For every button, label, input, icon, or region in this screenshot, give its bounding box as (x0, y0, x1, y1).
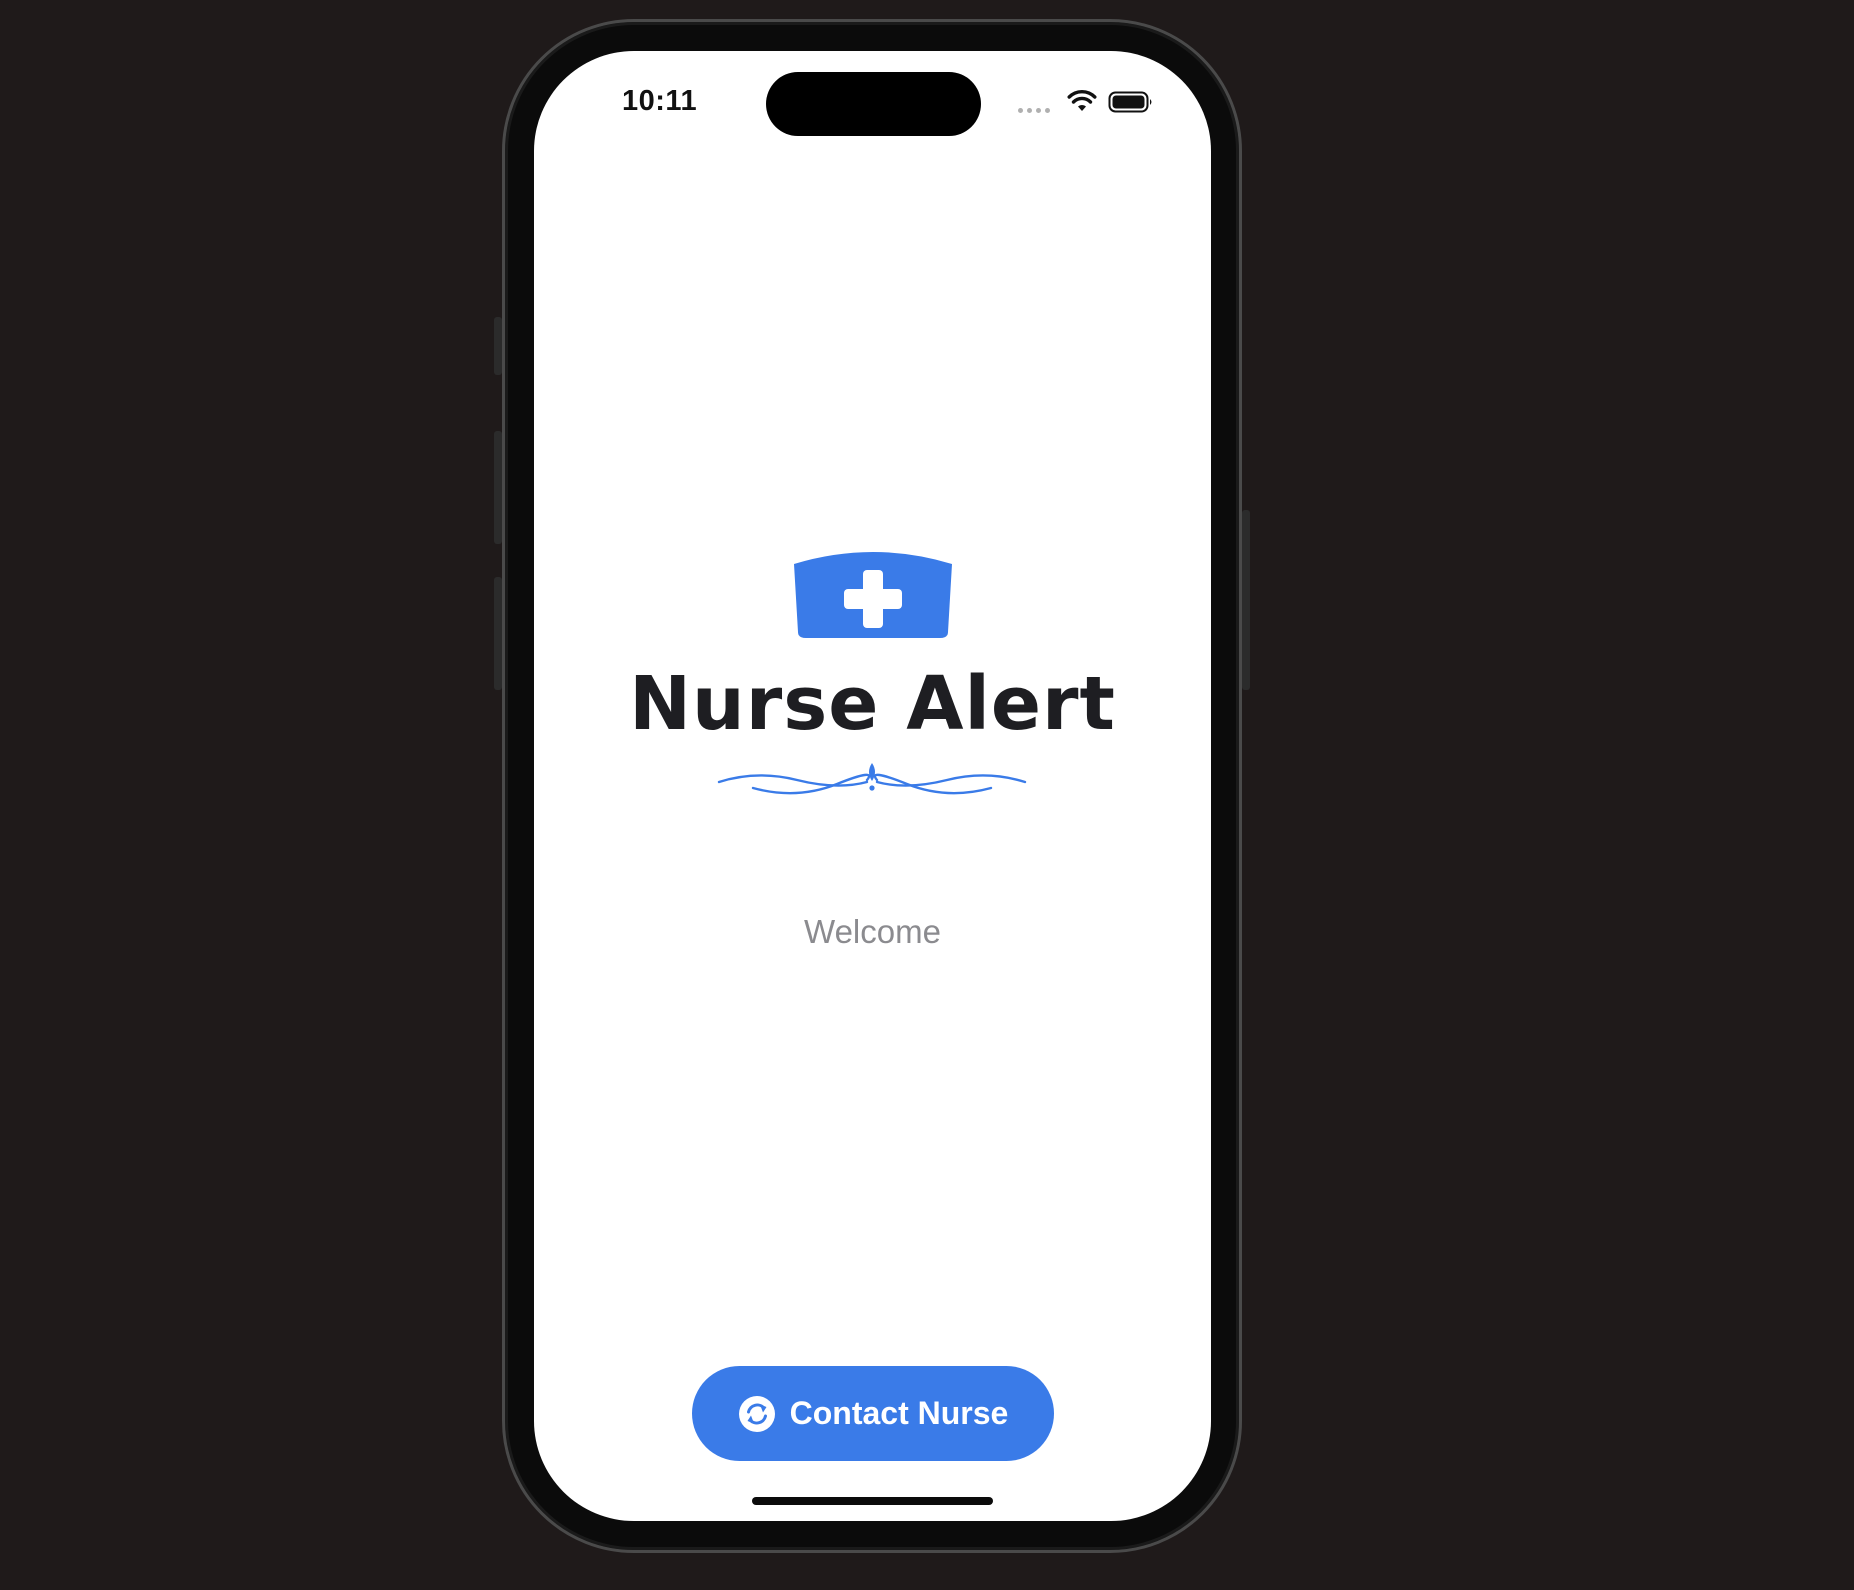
dynamic-island (766, 72, 981, 136)
wifi-icon (1067, 90, 1097, 111)
home-indicator[interactable] (752, 1497, 993, 1505)
welcome-text: Welcome (804, 913, 941, 950)
status-time: 10:11 (622, 85, 698, 117)
nurse-cap-icon (794, 552, 952, 638)
battery-icon (1108, 91, 1152, 113)
contact-nurse-label: Contact Nurse (789, 1395, 1009, 1431)
refresh-arrows-icon (738, 1395, 775, 1432)
power-button (1242, 510, 1250, 690)
app-screen: 10:11 Nurse Alert Welcome Contact Nurse (534, 51, 1211, 1521)
contact-nurse-button[interactable]: Contact Nurse (692, 1366, 1054, 1461)
volume-up-button (494, 431, 502, 544)
app-title: Nurse Alert (629, 661, 1116, 747)
cellular-signal-icon (1018, 108, 1050, 113)
device-stage: 10:11 Nurse Alert Welcome Contact Nurse (0, 0, 1854, 1590)
volume-down-button (494, 577, 502, 690)
action-button (494, 317, 502, 375)
ornament-divider-icon (717, 763, 1027, 795)
